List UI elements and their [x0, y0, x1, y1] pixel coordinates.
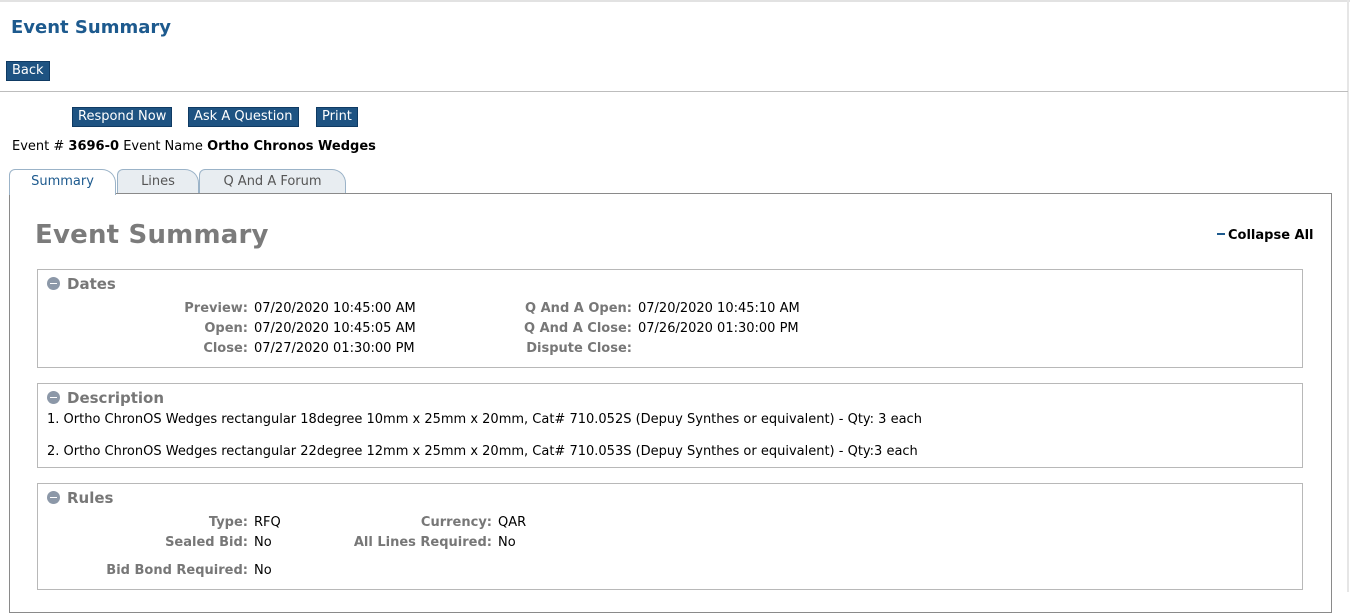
tab-lines[interactable]: Lines — [117, 169, 199, 194]
header-divider — [0, 91, 1348, 92]
collapse-circle-icon — [47, 491, 60, 504]
description-toggle[interactable]: Description — [47, 389, 164, 407]
all-lines-required-value: No — [498, 535, 516, 550]
event-info: Event # 3696-0 Event Name Ortho Chronos … — [12, 139, 376, 154]
preview-value: 07/20/2020 10:45:00 AM — [254, 301, 416, 316]
bid-bond-value: No — [254, 563, 272, 578]
currency-value: QAR — [498, 515, 527, 530]
preview-label: Preview: — [184, 301, 248, 316]
currency-label: Currency: — [420, 515, 492, 530]
sealed-bid-label: Sealed Bid: — [165, 535, 248, 550]
back-button[interactable]: Back — [6, 61, 50, 81]
all-lines-required-label: All Lines Required: — [353, 535, 492, 550]
close-label: Close: — [203, 341, 248, 356]
right-border — [1347, 0, 1349, 592]
collapse-all-link[interactable]: Collapse All — [1217, 228, 1314, 243]
collapse-all-label: Collapse All — [1228, 228, 1314, 243]
close-value: 07/27/2020 01:30:00 PM — [254, 341, 415, 356]
open-label: Open: — [204, 321, 248, 336]
collapse-icon — [1217, 232, 1225, 235]
description-line: 2. Ortho ChronOS Wedges rectangular 22de… — [47, 444, 918, 459]
tab-q-and-a-forum[interactable]: Q And A Forum — [199, 169, 346, 194]
qa-open-label: Q And A Open: — [525, 301, 632, 316]
description-line: 1. Ortho ChronOS Wedges rectangular 18de… — [47, 412, 922, 427]
respond-now-button[interactable]: Respond Now — [72, 107, 173, 127]
top-border — [0, 0, 1350, 2]
event-name-label: Event Name — [123, 139, 203, 154]
dispute-close-label: Dispute Close: — [526, 341, 632, 356]
qa-close-value: 07/26/2020 01:30:00 PM — [638, 321, 799, 336]
type-label: Type: — [208, 515, 248, 530]
tab-summary[interactable]: Summary — [9, 169, 116, 195]
rules-section: Rules Type: RFQ Sealed Bid: No Bid Bond … — [37, 483, 1303, 590]
event-number: 3696-0 — [68, 139, 120, 154]
event-name: Ortho Chronos Wedges — [207, 139, 376, 154]
description-title: Description — [67, 389, 165, 407]
dates-toggle[interactable]: Dates — [47, 275, 116, 293]
qa-close-label: Q And A Close: — [524, 321, 632, 336]
collapse-circle-icon — [47, 391, 60, 404]
open-value: 07/20/2020 10:45:05 AM — [254, 321, 416, 336]
rules-title: Rules — [67, 489, 114, 507]
ask-question-button[interactable]: Ask A Question — [188, 107, 299, 127]
bid-bond-label: Bid Bond Required: — [106, 563, 248, 578]
type-value: RFQ — [254, 515, 281, 530]
dates-title: Dates — [67, 275, 116, 293]
qa-open-value: 07/20/2020 10:45:10 AM — [638, 301, 800, 316]
event-number-label: Event # — [12, 139, 65, 154]
rules-toggle[interactable]: Rules — [47, 489, 113, 507]
description-section: Description 1. Ortho ChronOS Wedges rect… — [37, 383, 1303, 468]
collapse-circle-icon — [47, 277, 60, 290]
print-button[interactable]: Print — [316, 107, 358, 127]
dates-section: Dates Preview: 07/20/2020 10:45:00 AM Op… — [37, 269, 1303, 368]
sealed-bid-value: No — [254, 535, 272, 550]
summary-heading: Event Summary — [35, 220, 269, 250]
page-title: Event Summary — [11, 17, 171, 38]
